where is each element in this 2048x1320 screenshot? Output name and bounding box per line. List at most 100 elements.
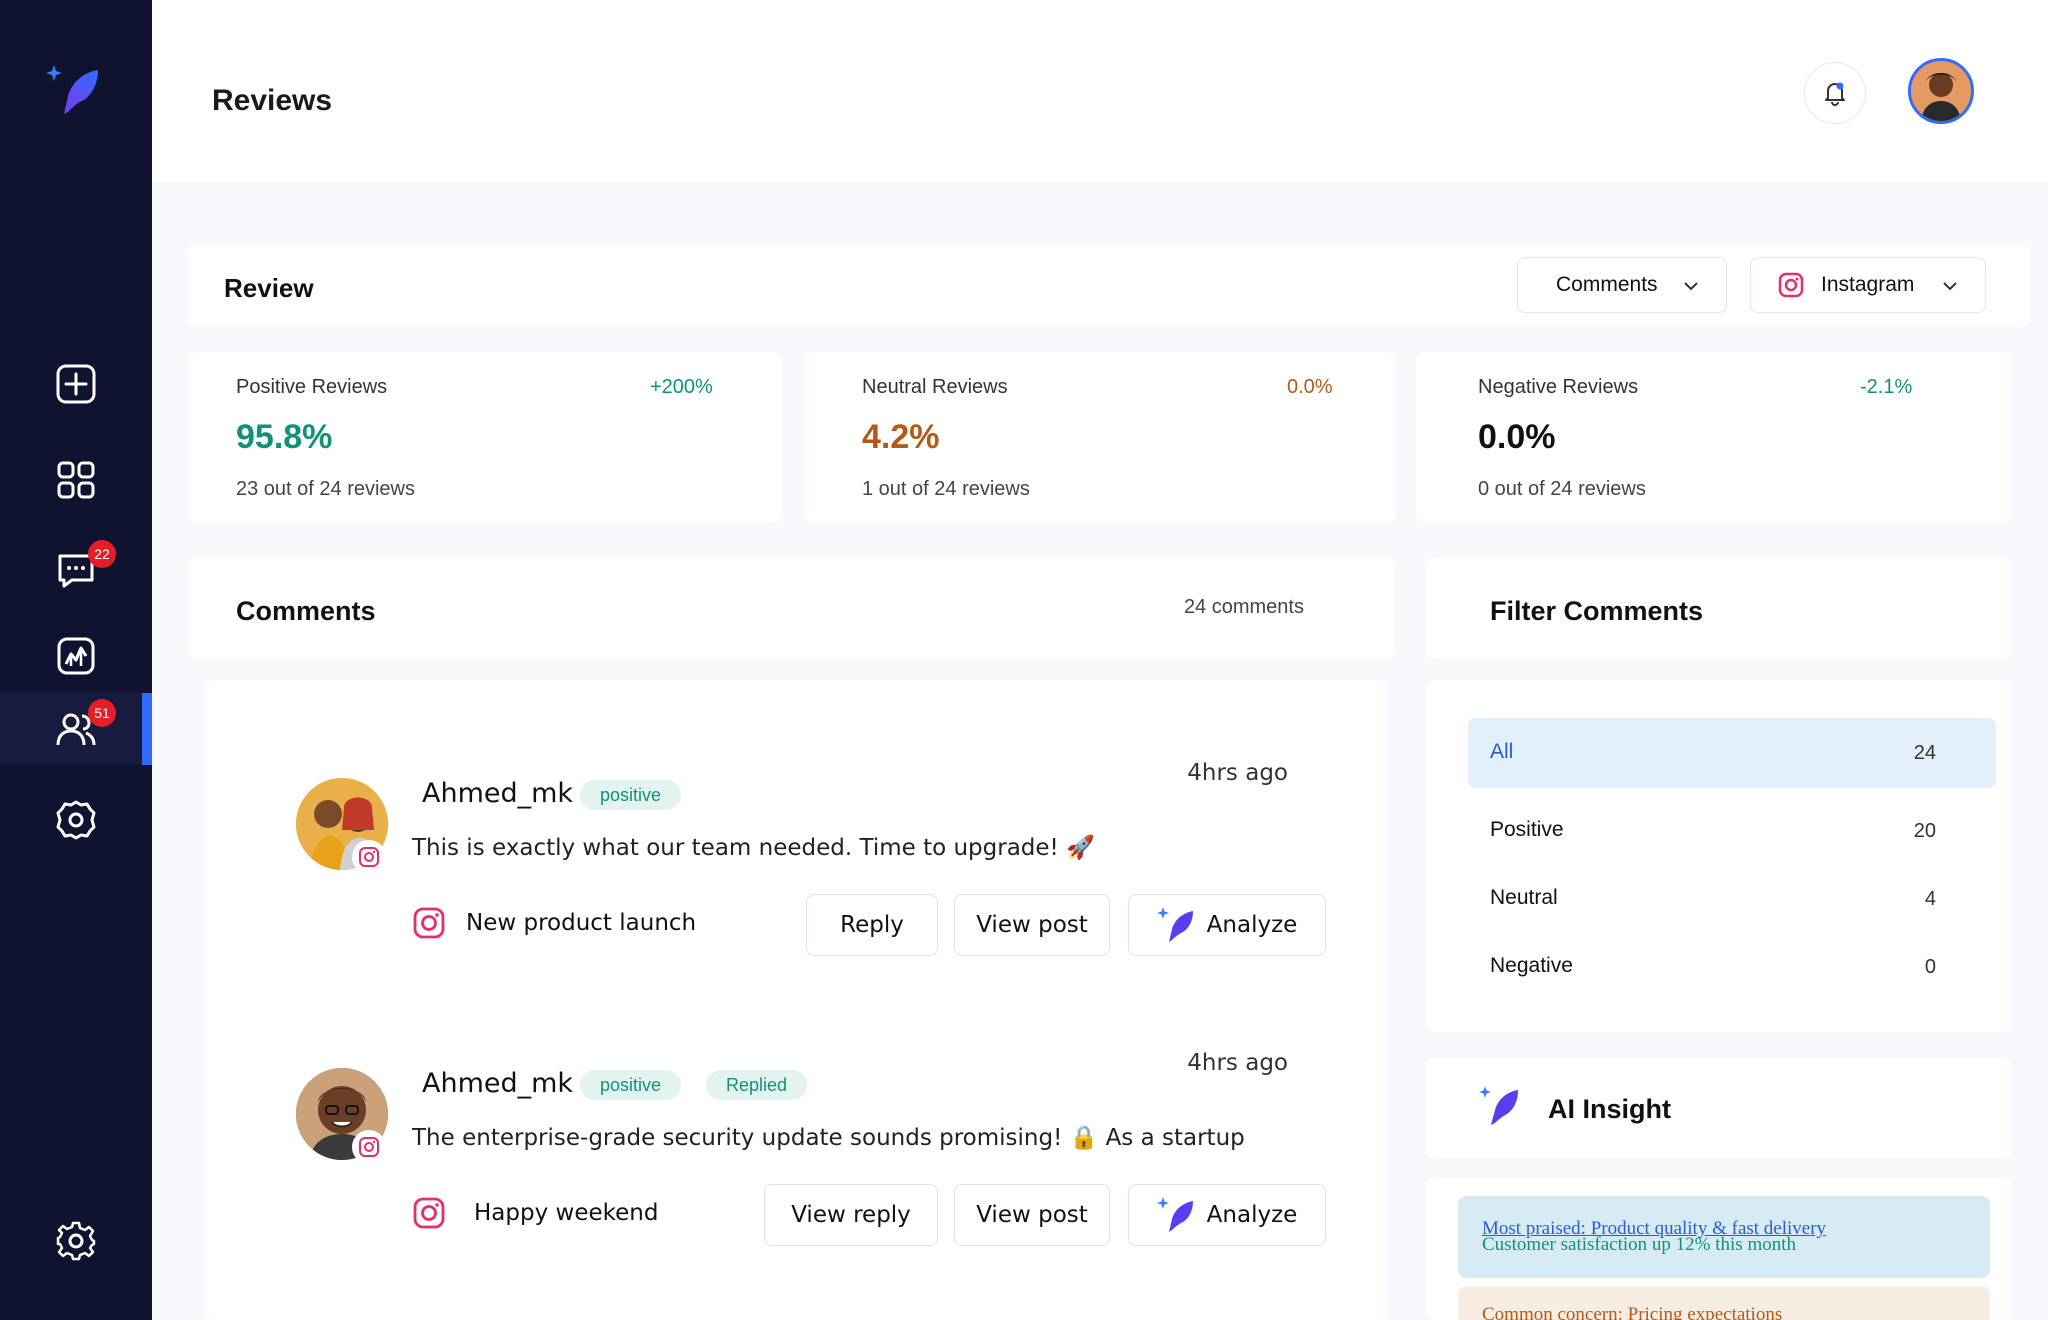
commenter-name[interactable]: Ahmed_mk — [422, 778, 573, 809]
feather-sparkle-icon — [1156, 1197, 1193, 1232]
nav-settings-top[interactable] — [0, 784, 152, 856]
filter-count: 0 — [1924, 956, 1936, 978]
comment-text: This is exactly what our team needed. Ti… — [412, 835, 1095, 861]
plus-square-icon — [56, 364, 96, 404]
comment-time: 4hrs ago — [1187, 760, 1288, 786]
instagram-icon — [413, 1197, 445, 1229]
stat-change: -2.1% — [1860, 376, 1913, 398]
filter-list: All 24 Positive 20 Neutral 4 Negative 0 — [1426, 680, 2012, 1032]
ai-insight-title: AI Insight — [1548, 1094, 1671, 1124]
ai-insight-header: AI Insight — [1426, 1058, 2012, 1158]
comment-item: Ahmed_mk positive Replied 4hrs ago The e… — [204, 970, 1388, 1246]
filter-label: All — [1490, 740, 1514, 763]
filter-label: Negative — [1490, 954, 1573, 977]
type-dropdown-value: Comments — [1556, 273, 1658, 296]
filter-neutral[interactable]: Neutral 4 — [1468, 864, 1996, 934]
platform-dropdown[interactable]: Instagram — [1750, 257, 1986, 313]
filter-label: Neutral — [1490, 886, 1558, 909]
nav-create[interactable] — [0, 348, 152, 420]
filter-header: Filter Comments — [1426, 558, 2012, 658]
comments-list: Ahmed_mk positive 4hrs ago This is exact… — [204, 680, 1388, 1320]
comment-time: 4hrs ago — [1187, 1050, 1288, 1076]
stat-label: Neutral Reviews — [862, 376, 1008, 398]
chart-icon — [57, 637, 95, 675]
view-post-button[interactable]: View post — [954, 894, 1110, 956]
sentiment-badge: positive — [580, 1070, 682, 1100]
bell-icon — [1825, 82, 1845, 107]
stat-value: 4.2% — [862, 418, 940, 456]
feather-sparkle-icon — [1479, 1086, 1518, 1125]
feather-logo-icon[interactable] — [44, 62, 106, 124]
comments-title: Comments — [236, 596, 376, 626]
comment-text: The enterprise-grade security update sou… — [412, 1125, 1245, 1151]
stat-card-negative: Negative Reviews -2.1% 0.0% 0 out of 24 … — [1416, 352, 2012, 522]
type-dropdown[interactable]: Comments — [1517, 257, 1727, 313]
nav-dashboard[interactable] — [0, 444, 152, 516]
filter-negative[interactable]: Negative 0 — [1468, 932, 1996, 1002]
stat-label: Positive Reviews — [236, 376, 388, 398]
settings-icon — [56, 1221, 96, 1261]
avatar-image — [1911, 61, 1971, 121]
stat-subtext: 1 out of 24 reviews — [862, 478, 1030, 500]
page-title: Reviews — [212, 84, 333, 117]
sidebar: 22 51 — [0, 0, 152, 1320]
analyze-label: Analyze — [1206, 912, 1298, 938]
filter-label: Positive — [1490, 818, 1564, 841]
sentiment-badge: positive — [580, 780, 682, 810]
audience-badge: 51 — [88, 699, 116, 727]
nav-messages[interactable]: 22 — [0, 534, 152, 606]
stat-value: 95.8% — [236, 418, 333, 456]
filter-count: 20 — [1913, 820, 1936, 842]
filter-positive[interactable]: Positive 20 — [1468, 796, 1996, 866]
top-header: Reviews — [152, 0, 2048, 182]
nav-audience[interactable]: 51 — [0, 693, 152, 765]
comment-item: Ahmed_mk positive 4hrs ago This is exact… — [204, 680, 1388, 956]
replied-badge: Replied — [706, 1070, 808, 1100]
stat-subtext: 0 out of 24 reviews — [1478, 478, 1646, 500]
comments-header: Comments 24 comments — [188, 558, 1394, 658]
view-post-button[interactable]: View post — [954, 1184, 1110, 1246]
users-icon: 51 — [54, 699, 116, 751]
platform-dropdown-value: Instagram — [1821, 273, 1915, 296]
insight-headline: Common concern: Pricing expectations — [1482, 1304, 1783, 1320]
stat-card-neutral: Neutral Reviews 0.0% 4.2% 1 out of 24 re… — [804, 352, 1396, 522]
nav-analytics[interactable] — [0, 620, 152, 692]
analyze-label: Analyze — [1206, 1202, 1298, 1228]
insight-detail: Customer satisfaction up 12% this month — [1482, 1234, 1797, 1255]
reply-button[interactable]: Reply — [806, 894, 938, 956]
review-section-title: Review — [224, 273, 314, 303]
stat-value: 0.0% — [1478, 418, 1556, 456]
filter-title: Filter Comments — [1490, 596, 1704, 626]
insight-card[interactable]: Common concern: Pricing expectations — [1458, 1286, 1990, 1320]
instagram-icon — [413, 907, 445, 939]
stat-subtext: 23 out of 24 reviews — [236, 478, 415, 500]
gear-outline-icon — [56, 800, 96, 840]
nav-settings[interactable] — [0, 1205, 152, 1277]
analyze-button[interactable]: Analyze — [1128, 1184, 1326, 1246]
chevron-down-icon — [1943, 282, 1957, 291]
view-reply-button[interactable]: View reply — [764, 1184, 938, 1246]
ai-insight-list: Most praised: Product quality & fast del… — [1426, 1178, 2012, 1320]
instagram-icon — [1778, 272, 1804, 298]
chevron-down-icon — [1684, 282, 1698, 291]
comments-count: 24 comments — [1183, 596, 1304, 618]
instagram-source-icon — [352, 1130, 386, 1164]
user-avatar[interactable] — [1908, 58, 1974, 124]
filter-count: 24 — [1913, 742, 1936, 764]
commenter-name[interactable]: Ahmed_mk — [422, 1068, 573, 1099]
stat-label: Negative Reviews — [1478, 376, 1639, 398]
chat-icon: 22 — [54, 540, 116, 592]
feather-sparkle-icon — [1156, 907, 1193, 942]
post-name[interactable]: Happy weekend — [474, 1200, 658, 1226]
grid-icon — [57, 461, 95, 499]
instagram-source-icon — [352, 840, 386, 874]
insight-card[interactable]: Most praised: Product quality & fast del… — [1458, 1196, 1990, 1278]
analyze-button[interactable]: Analyze — [1128, 894, 1326, 956]
notifications-button[interactable] — [1804, 62, 1866, 124]
stat-change: +200% — [650, 376, 713, 398]
review-toolbar: Review Comments Instagram — [188, 245, 2030, 327]
messages-badge: 22 — [88, 540, 116, 568]
post-name[interactable]: New product launch — [466, 910, 696, 936]
filter-all[interactable]: All 24 — [1468, 718, 1996, 788]
stat-change: 0.0% — [1287, 376, 1333, 398]
